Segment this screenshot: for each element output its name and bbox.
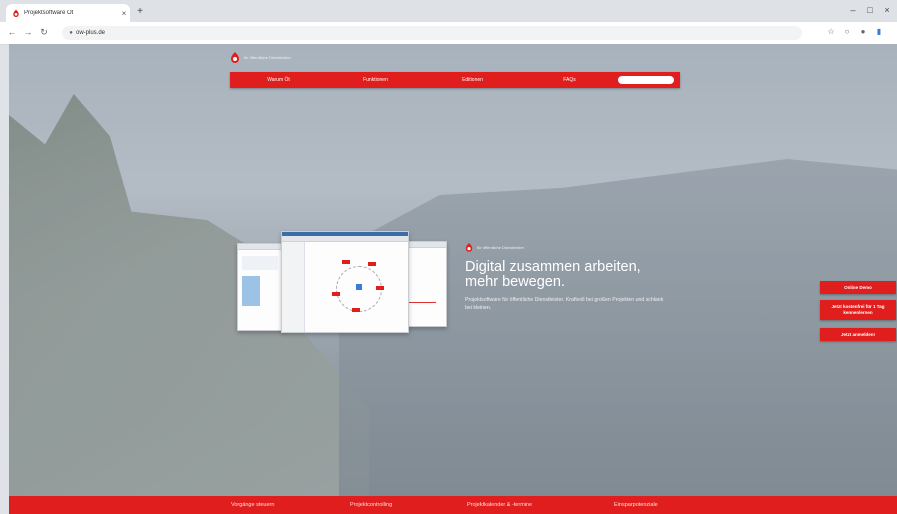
nav-item-faqs[interactable]: FAQs [521,77,618,83]
footer-bar: Vorgänge steuern Projektcontrolling Proj… [9,496,897,514]
extension-icon[interactable]: ○ [842,27,852,37]
address-bar[interactable]: ● ow-plus.de [62,26,802,40]
screenshot-left [237,243,283,331]
site-logo-icon [465,243,473,252]
nav-item-funktionen[interactable]: Funktionen [327,77,424,83]
profile-icon[interactable]: ● [858,27,868,37]
tab-close-icon[interactable]: × [118,9,130,18]
site-tagline: für öffentliche Dienstleister [244,54,292,60]
nav-item-warum[interactable]: Warum Öt [230,77,327,83]
nav-item-editionen[interactable]: Editionen [424,77,521,83]
hero-brand: für öffentliche Dienstleister [465,242,685,252]
product-screenshots [235,231,449,351]
hero-subtext: Projektsoftware für öffentliche Dienstle… [465,297,664,311]
hero-tagline: für öffentliche Dienstleister [477,244,525,250]
register-button[interactable]: Jetzt anmelden! [820,328,896,341]
lock-icon: ● [69,30,73,36]
search-input[interactable] [618,76,674,84]
site-brand[interactable]: für öffentliche Dienstleister [230,51,291,63]
back-arrow-icon[interactable]: ← [6,26,18,38]
footer-link-vorgaenge[interactable]: Vorgänge steuern [231,502,274,508]
footer-link-einsparpotenziale[interactable]: Einsparpotenziale [614,502,658,508]
browser-tab[interactable]: Projektsoftware Öt × [6,4,130,22]
reload-icon[interactable]: ↻ [38,26,50,38]
new-tab-button[interactable]: + [134,6,146,18]
hero-section: für öffentliche Dienstleister Digital zu… [465,242,685,312]
free-trial-button[interactable]: Jetzt kostenfrei für 1 Tag kennenlernen [820,300,896,320]
hero-headline: Digital zusammen arbeiten, mehr bewegen. [465,260,685,290]
headline-line-1: Digital zusammen arbeiten, [465,259,641,275]
browser-tab-bar: Projektsoftware Öt × + – □ × [0,0,897,22]
headline-line-2: mehr bewegen. [465,274,565,290]
site-logo-icon [231,52,239,63]
maximize-button[interactable]: □ [862,4,878,16]
browser-toolbar: ← → ↻ ● ow-plus.de ☆ ○ ● ▮ [0,22,897,45]
star-icon[interactable]: ☆ [826,27,836,37]
background-haze [9,44,897,514]
forward-arrow-icon[interactable]: → [22,26,34,38]
minimize-button[interactable]: – [845,4,861,16]
screenshot-center [281,231,409,333]
main-navigation: Warum Öt Funktionen Editionen FAQs [230,72,680,88]
site-logo-icon [13,9,19,17]
footer-link-kalender[interactable]: Projektkalender & -termine [467,502,532,508]
web-page: für öffentliche Dienstleister Warum Öt F… [9,44,897,514]
close-window-button[interactable]: × [879,4,895,16]
footer-link-controlling[interactable]: Projektcontrolling [350,502,392,508]
menu-icon[interactable]: ▮ [874,27,884,37]
tab-title: Projektsoftware Öt [24,10,74,16]
online-demo-button[interactable]: Online Demo [820,281,896,294]
url-text: ow-plus.de [76,30,106,36]
